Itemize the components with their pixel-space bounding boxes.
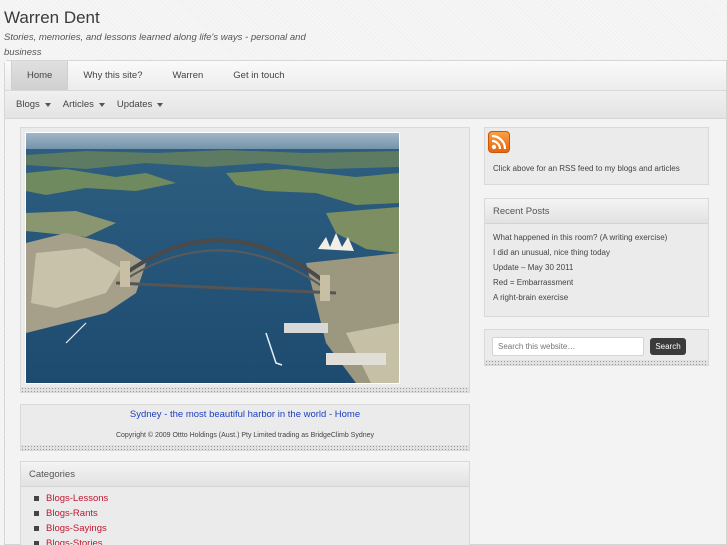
rss-glyph-icon bbox=[491, 134, 507, 150]
sydney-harbour-photo bbox=[26, 133, 399, 383]
nav-home-label: Home bbox=[27, 70, 53, 81]
dotted-divider bbox=[21, 445, 469, 450]
nav-warren[interactable]: Warren bbox=[157, 61, 218, 90]
recent-post-link[interactable]: I did an unusual, nice thing today bbox=[493, 245, 708, 260]
recent-post-link[interactable]: Update – May 30 2011 bbox=[493, 260, 708, 275]
nav-get-in-touch[interactable]: Get in touch bbox=[218, 61, 299, 90]
bullet-icon bbox=[34, 511, 39, 516]
site-title[interactable]: Warren Dent bbox=[4, 8, 100, 28]
bullet-icon bbox=[34, 496, 39, 501]
photo-copyright: Copyright © 2009 Ottto Holdings (Aust.) … bbox=[115, 432, 375, 439]
search-widget: Search bbox=[484, 329, 709, 366]
main-nav: Home Why this site? Warren Get in touch bbox=[5, 61, 726, 91]
subnav-articles-dropdown[interactable]: Articles bbox=[58, 99, 110, 110]
category-item[interactable]: Blogs-Stories bbox=[34, 536, 469, 545]
recent-post-link[interactable]: A right-brain exercise bbox=[493, 290, 708, 305]
category-item[interactable]: Blogs-Rants bbox=[34, 506, 469, 521]
nav-why-label: Why this site? bbox=[83, 70, 143, 81]
sub-nav: Blogs Articles Updates bbox=[5, 91, 726, 118]
subnav-blogs-dropdown[interactable]: Blogs bbox=[11, 99, 56, 110]
content-area: Sydney - the most beautiful harbor in th… bbox=[4, 119, 727, 545]
rss-description: Click above for an RSS feed to my blogs … bbox=[493, 164, 680, 173]
site-tagline: Stories, memories, and lessons learned a… bbox=[4, 32, 306, 58]
photo-caption-box: Sydney - the most beautiful harbor in th… bbox=[20, 404, 470, 451]
category-label: Blogs-Sayings bbox=[46, 523, 107, 534]
chevron-down-icon bbox=[157, 102, 164, 107]
category-item[interactable]: Blogs-Sayings bbox=[34, 521, 469, 536]
chevron-down-icon bbox=[44, 102, 51, 107]
category-item[interactable]: Blogs-Lessons bbox=[34, 491, 469, 506]
categories-heading: Categories bbox=[21, 462, 469, 487]
category-label: Blogs-Lessons bbox=[46, 493, 109, 504]
categories-list: Blogs-Lessons Blogs-Rants Blogs-Sayings … bbox=[21, 487, 469, 545]
recent-posts-widget: Recent Posts What happened in this room?… bbox=[484, 198, 709, 317]
search-input[interactable] bbox=[492, 337, 644, 356]
navigation-bar: Home Why this site? Warren Get in touch … bbox=[4, 60, 727, 119]
search-button[interactable]: Search bbox=[650, 338, 686, 355]
dotted-divider bbox=[485, 360, 708, 365]
recent-posts-heading: Recent Posts bbox=[485, 199, 708, 224]
recent-post-link[interactable]: Red = Embarrassment bbox=[493, 275, 708, 290]
category-label: Blogs-Rants bbox=[46, 508, 98, 519]
subnav-updates-dropdown[interactable]: Updates bbox=[112, 99, 168, 110]
dotted-divider bbox=[21, 387, 469, 392]
categories-widget: Categories Blogs-Lessons Blogs-Rants Blo… bbox=[20, 461, 470, 545]
nav-why-this-site[interactable]: Why this site? bbox=[68, 61, 157, 90]
rss-widget: Click above for an RSS feed to my blogs … bbox=[484, 127, 709, 185]
photo-caption-link[interactable]: Sydney - the most beautiful harbor in th… bbox=[21, 409, 469, 420]
featured-image-box bbox=[20, 127, 470, 393]
nav-contact-label: Get in touch bbox=[233, 70, 285, 81]
bullet-icon bbox=[34, 541, 39, 545]
bullet-icon bbox=[34, 526, 39, 531]
category-label: Blogs-Stories bbox=[46, 538, 103, 545]
nav-home[interactable]: Home bbox=[11, 61, 69, 90]
recent-posts-list: What happened in this room? (A writing e… bbox=[485, 224, 708, 305]
recent-post-link[interactable]: What happened in this room? (A writing e… bbox=[493, 230, 708, 245]
nav-warren-label: Warren bbox=[172, 70, 204, 81]
featured-photo[interactable] bbox=[25, 132, 400, 384]
subnav-blogs-label: Blogs bbox=[16, 99, 40, 110]
chevron-down-icon bbox=[98, 102, 105, 107]
rss-feed-icon[interactable] bbox=[488, 131, 510, 153]
subnav-articles-label: Articles bbox=[62, 99, 94, 110]
subnav-updates-label: Updates bbox=[116, 99, 153, 110]
